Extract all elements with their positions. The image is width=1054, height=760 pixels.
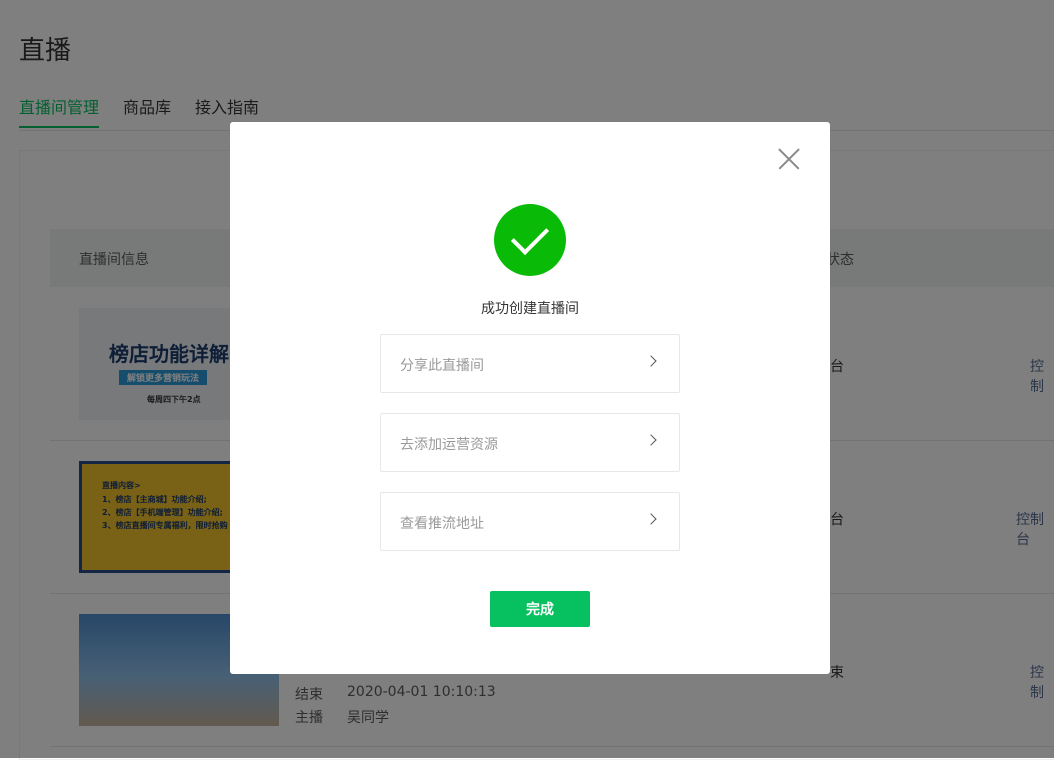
add-resources-option[interactable]: 去添加运营资源 <box>380 413 680 472</box>
view-stream-url-option[interactable]: 查看推流地址 <box>380 492 680 551</box>
option-label: 去添加运营资源 <box>400 437 498 453</box>
success-check-icon <box>494 204 566 276</box>
option-label: 查看推流地址 <box>400 516 484 532</box>
option-label: 分享此直播间 <box>400 358 484 374</box>
share-room-option[interactable]: 分享此直播间 <box>380 334 680 393</box>
chevron-right-icon <box>645 434 657 446</box>
done-button[interactable]: 完成 <box>490 591 590 627</box>
close-icon[interactable] <box>778 148 800 170</box>
chevron-right-icon <box>645 355 657 367</box>
dialog-title: 成功创建直播间 <box>481 301 579 317</box>
chevron-right-icon <box>645 513 657 525</box>
create-success-dialog: 成功创建直播间 分享此直播间 去添加运营资源 查看推流地址 完成 <box>230 122 830 674</box>
